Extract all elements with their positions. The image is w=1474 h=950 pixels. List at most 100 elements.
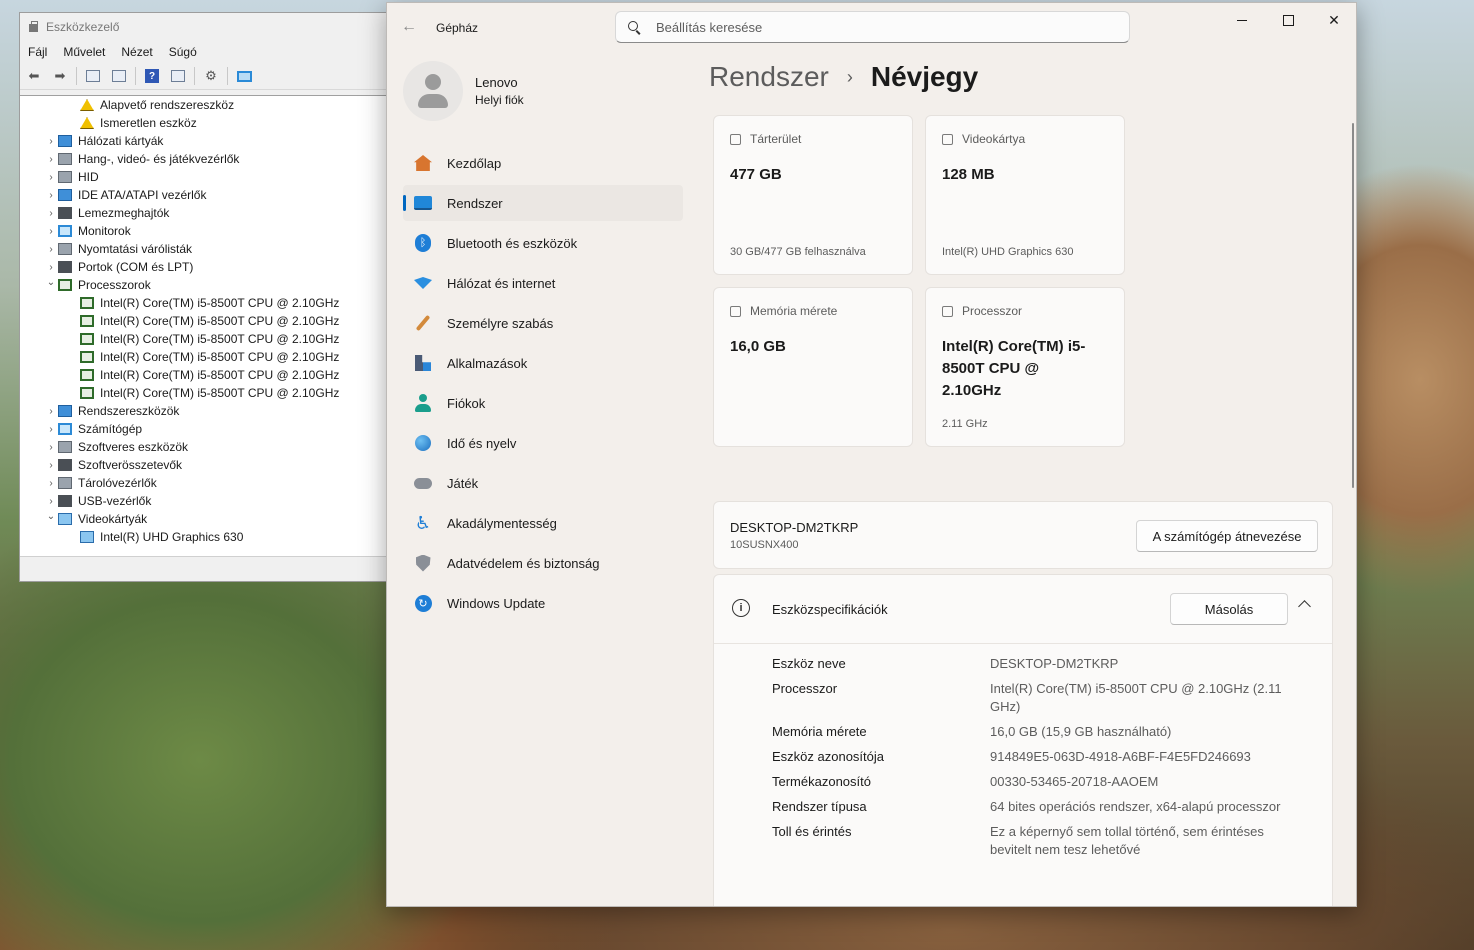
tree-item[interactable]: › HID [20, 168, 386, 186]
tree-item[interactable]: Intel(R) Core(TM) i5-8500T CPU @ 2.10GHz [20, 294, 386, 312]
chevron-right-icon[interactable]: › [44, 442, 58, 453]
breadcrumb-parent[interactable]: Rendszer [709, 61, 829, 93]
back-arrow-icon[interactable]: ⬅ [24, 67, 44, 85]
chevron-right-icon[interactable]: › [44, 478, 58, 489]
device-specs-header[interactable]: i Eszközspecifikációk Másolás [714, 575, 1332, 644]
forward-arrow-icon[interactable]: ➡ [50, 67, 70, 85]
chevron-right-icon[interactable]: › [44, 154, 58, 165]
maximize-button[interactable] [1265, 3, 1311, 37]
monitor-icon[interactable] [234, 67, 254, 85]
nav-item-apps[interactable]: Alkalmazások [403, 345, 683, 381]
tree-item[interactable]: › Hálózati kártyák [20, 132, 386, 150]
nav-item-bluetooth[interactable]: ᛒ Bluetooth és eszközök [403, 225, 683, 261]
storage-card[interactable]: Tárterület 477 GB 30 GB/477 GB felhaszná… [713, 115, 913, 275]
tree-item-label: Hang-, videó- és játékvezérlők [78, 152, 240, 166]
nav-item-home[interactable]: Kezdőlap [403, 145, 683, 181]
memory-card[interactable]: Memória mérete 16,0 GB [713, 287, 913, 447]
close-button[interactable]: ✕ [1311, 3, 1356, 37]
rename-pc-button[interactable]: A számítógép átnevezése [1136, 520, 1318, 552]
nav-item-accounts[interactable]: Fiókok [403, 385, 683, 421]
help-icon[interactable]: ? [142, 67, 162, 85]
minimize-button[interactable] [1219, 3, 1265, 37]
settings-titlebar[interactable]: ← Gépház ✕ [387, 3, 1356, 51]
processor-sub: 2.11 GHz [942, 418, 988, 430]
chevron-down-icon[interactable]: ⌄ [44, 277, 58, 288]
chevron-right-icon[interactable]: › [44, 262, 58, 273]
search-input[interactable] [654, 18, 1098, 36]
chevron-down-icon[interactable]: ⌄ [44, 511, 58, 522]
tree-item[interactable]: › Hang-, videó- és játékvezérlők [20, 150, 386, 168]
tree-item[interactable]: › Számítógép [20, 420, 386, 438]
tree-item[interactable]: › Lemezmeghajtók [20, 204, 386, 222]
tree-item[interactable]: Intel(R) Core(TM) i5-8500T CPU @ 2.10GHz [20, 330, 386, 348]
scrollbar[interactable] [1352, 123, 1354, 488]
tree-item[interactable]: › Nyomtatási várólisták [20, 240, 386, 258]
gpu-card[interactable]: Videokártya 128 MB Intel(R) UHD Graphics… [925, 115, 1125, 275]
chevron-right-icon[interactable]: › [44, 244, 58, 255]
nav-item-accessibility[interactable]: ♿ Akadálymentesség [403, 505, 683, 541]
view-icon[interactable] [168, 67, 188, 85]
tree-item[interactable]: Intel(R) Core(TM) i5-8500T CPU @ 2.10GHz [20, 348, 386, 366]
spec-value: 16,0 GB (15,9 GB használható) [990, 724, 1172, 739]
network-adapter-icon [58, 135, 72, 147]
tree-item[interactable]: Intel(R) Core(TM) i5-8500T CPU @ 2.10GHz [20, 384, 386, 402]
user-profile[interactable]: Lenovo Helyi fiók [403, 61, 524, 121]
chevron-right-icon[interactable]: › [44, 424, 58, 435]
tree-item[interactable]: Ismeretlen eszköz [20, 114, 386, 132]
properties-icon[interactable] [109, 67, 129, 85]
tree-item[interactable]: › Rendszereszközök [20, 402, 386, 420]
menu-view[interactable]: Nézet [121, 45, 152, 59]
tree-item[interactable]: Alapvető rendszereszköz [20, 96, 386, 114]
scan-hardware-icon[interactable]: ⚙ [201, 67, 221, 85]
tree-item[interactable]: Intel(R) UHD Graphics 630 [20, 528, 386, 546]
show-hide-console-tree-icon[interactable] [83, 67, 103, 85]
display-adapter-icon [58, 513, 72, 525]
settings-search-box[interactable] [615, 11, 1130, 43]
chevron-right-icon[interactable]: › [44, 460, 58, 471]
nav-item-system[interactable]: Rendszer [403, 185, 683, 221]
chevron-right-icon[interactable]: › [44, 172, 58, 183]
toolbar-divider [227, 67, 228, 85]
tree-item[interactable]: › IDE ATA/ATAPI vezérlők [20, 186, 386, 204]
settings-window[interactable]: ← Gépház ✕ Lenovo Helyi fiók Kezdőlap Re… [386, 2, 1357, 907]
nav-item-windows-update[interactable]: ↻ Windows Update [403, 585, 683, 621]
tree-item-label: Intel(R) Core(TM) i5-8500T CPU @ 2.10GHz [100, 368, 340, 382]
device-tree[interactable]: Alapvető rendszereszköz Ismeretlen eszköz… [20, 95, 386, 560]
nav-item-privacy[interactable]: Adatvédelem és biztonság [403, 545, 683, 581]
nav-item-personalization[interactable]: Személyre szabás [403, 305, 683, 341]
nav-item-label: Bluetooth és eszközök [447, 235, 578, 251]
device-manager-titlebar[interactable]: Eszközkezelő [20, 13, 386, 41]
back-arrow-icon[interactable]: ← [401, 18, 417, 36]
chevron-right-icon[interactable]: › [44, 136, 58, 147]
processor-card[interactable]: Processzor Intel(R) Core(TM) i5-8500T CP… [925, 287, 1125, 447]
chevron-right-icon[interactable]: › [44, 190, 58, 201]
tree-item[interactable]: › Tárolóvezérlők [20, 474, 386, 492]
tree-item[interactable]: › USB-vezérlők [20, 492, 386, 510]
nav-item-gaming[interactable]: Játék [403, 465, 683, 501]
chevron-right-icon[interactable]: › [44, 406, 58, 417]
tree-item[interactable]: Intel(R) Core(TM) i5-8500T CPU @ 2.10GHz [20, 312, 386, 330]
device-manager-window[interactable]: Eszközkezelő Fájl Művelet Nézet Súgó ⬅ ➡… [19, 12, 387, 582]
tree-item[interactable]: ⌄ Videokártyák [20, 510, 386, 528]
tree-item[interactable]: Intel(R) Core(TM) i5-8500T CPU @ 2.10GHz [20, 366, 386, 384]
copy-button[interactable]: Másolás [1170, 593, 1288, 625]
tree-item[interactable]: › Szoftveres eszközök [20, 438, 386, 456]
toolbar-divider [194, 67, 195, 85]
spec-row: Processzor Intel(R) Core(TM) i5-8500T CPU… [772, 680, 1312, 716]
menu-help[interactable]: Súgó [169, 45, 197, 59]
tree-item[interactable]: › Szoftverösszetevők [20, 456, 386, 474]
nav-item-network[interactable]: Hálózat és internet [403, 265, 683, 301]
chevron-right-icon[interactable]: › [44, 208, 58, 219]
menu-action[interactable]: Művelet [63, 45, 105, 59]
chevron-up-icon[interactable] [1298, 600, 1311, 613]
tree-item-label: Rendszereszközök [78, 404, 180, 418]
chevron-right-icon[interactable]: › [44, 226, 58, 237]
tree-item[interactable]: › Portok (COM és LPT) [20, 258, 386, 276]
processor-icon [80, 351, 94, 363]
tree-item[interactable]: › Monitorok [20, 222, 386, 240]
chevron-right-icon[interactable]: › [44, 496, 58, 507]
menu-file[interactable]: Fájl [28, 45, 47, 59]
nav-item-time-language[interactable]: Idő és nyelv [403, 425, 683, 461]
tree-item[interactable]: ⌄ Processzorok [20, 276, 386, 294]
device-manager-menubar: Fájl Művelet Nézet Súgó [20, 41, 386, 63]
